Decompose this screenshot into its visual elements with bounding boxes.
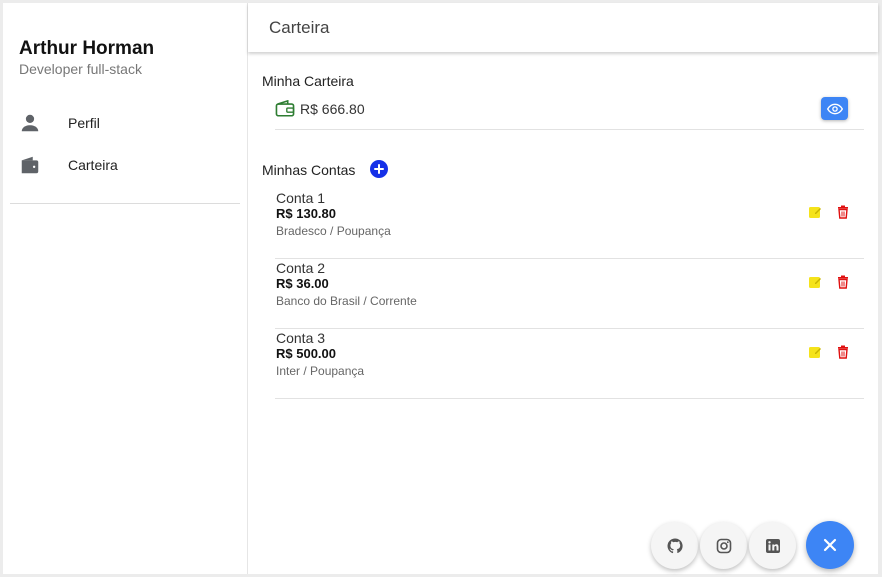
delete-icon[interactable] bbox=[836, 205, 850, 219]
add-account-button[interactable] bbox=[370, 160, 388, 178]
github-button[interactable] bbox=[651, 522, 698, 569]
account-item: Conta 1 R$ 130.80 Bradesco / Poupança bbox=[275, 189, 864, 259]
toggle-visibility-button[interactable] bbox=[821, 97, 848, 120]
close-menu-button[interactable] bbox=[806, 521, 854, 569]
account-bank: Bradesco / Poupança bbox=[276, 224, 391, 238]
delete-icon[interactable] bbox=[836, 275, 850, 289]
top-bar: Carteira bbox=[248, 3, 878, 52]
wallet-balance: R$ 666.80 bbox=[300, 101, 365, 117]
delete-icon[interactable] bbox=[836, 345, 850, 359]
account-bank: Inter / Poupança bbox=[276, 364, 365, 378]
sidebar-item-perfil[interactable]: Perfil bbox=[3, 103, 248, 143]
wallet-outline-icon bbox=[275, 100, 295, 117]
user-name: Arthur Horman bbox=[19, 38, 155, 59]
user-role: Developer full-stack bbox=[19, 61, 142, 77]
sidebar-item-label: Perfil bbox=[68, 115, 100, 131]
close-icon bbox=[823, 538, 837, 552]
account-value: R$ 130.80 bbox=[276, 206, 336, 221]
account-value: R$ 36.00 bbox=[276, 276, 329, 291]
edit-icon[interactable] bbox=[808, 275, 822, 289]
page-title: Carteira bbox=[269, 18, 330, 37]
sidebar: Arthur Horman Developer full-stack Perfi… bbox=[3, 3, 248, 574]
sidebar-divider bbox=[10, 203, 240, 204]
accounts-section-title: Minhas Contas bbox=[262, 162, 356, 178]
wallet-section-title: Minha Carteira bbox=[262, 73, 354, 89]
wallet-icon bbox=[21, 156, 39, 174]
instagram-button[interactable] bbox=[700, 522, 747, 569]
account-name: Conta 1 bbox=[276, 190, 326, 206]
linkedin-icon bbox=[765, 538, 780, 553]
account-value: R$ 500.00 bbox=[276, 346, 336, 361]
person-icon bbox=[21, 114, 39, 132]
account-bank: Banco do Brasil / Corrente bbox=[276, 294, 417, 308]
wallet-row: R$ 666.80 bbox=[275, 96, 864, 130]
account-name: Conta 2 bbox=[276, 260, 326, 276]
edit-icon[interactable] bbox=[808, 205, 822, 219]
linkedin-button[interactable] bbox=[749, 522, 796, 569]
main-content: Carteira Minha Carteira R$ 666.80 Minhas… bbox=[248, 3, 878, 574]
instagram-icon bbox=[716, 538, 731, 553]
eye-icon bbox=[826, 103, 843, 114]
sidebar-item-label: Carteira bbox=[68, 157, 118, 173]
account-item: Conta 3 R$ 500.00 Inter / Poupança bbox=[275, 329, 864, 399]
plus-icon bbox=[374, 164, 384, 174]
account-item: Conta 2 R$ 36.00 Banco do Brasil / Corre… bbox=[275, 259, 864, 329]
sidebar-item-carteira[interactable]: Carteira bbox=[3, 145, 248, 185]
account-name: Conta 3 bbox=[276, 330, 326, 346]
app-window: Arthur Horman Developer full-stack Perfi… bbox=[3, 3, 878, 574]
edit-icon[interactable] bbox=[808, 345, 822, 359]
github-icon bbox=[667, 537, 683, 553]
